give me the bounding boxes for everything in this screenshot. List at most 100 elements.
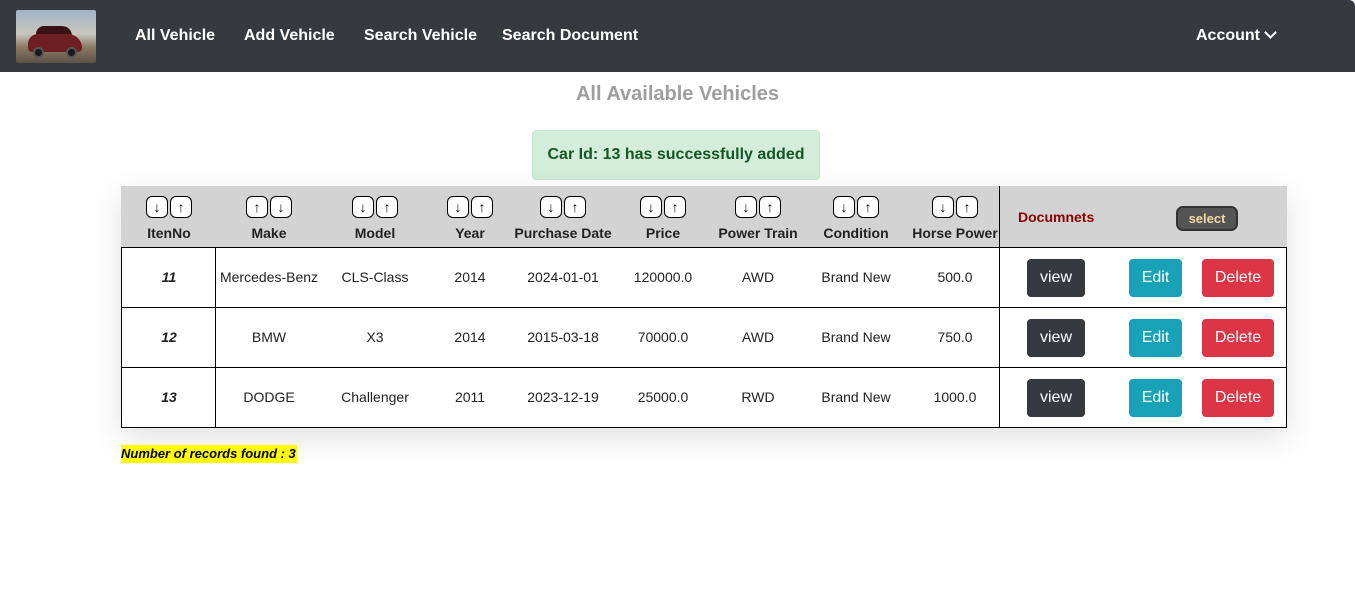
edit-button[interactable]: Edit	[1129, 379, 1182, 417]
column-header-label: Year	[455, 225, 485, 241]
sort-desc-button[interactable]: ↓	[833, 196, 855, 218]
table-row: 11 Mercedes-Benz CLS-Class 2014 2024-01-01 12…	[121, 247, 1287, 307]
table-row: 13 DODGE Challenger 2011 2023-12-19 25000.0 RW…	[121, 367, 1287, 428]
table-cell: 120000.0	[633, 269, 693, 285]
sort-desc-button[interactable]: ↓	[932, 196, 954, 218]
nav-all-vehicle[interactable]: All Vehicle	[135, 27, 215, 45]
sort-buttons: ↓ ↑	[907, 196, 1003, 218]
success-alert: Car Id: 13 has successfully added	[532, 130, 820, 180]
table-cell: X3	[366, 329, 384, 345]
sort-buttons: ↓ ↑	[811, 196, 901, 218]
sort-buttons: ↓ ↑	[508, 196, 618, 218]
documents-header-label: Documnets	[1018, 209, 1095, 225]
column-header-label: Condition	[823, 225, 889, 241]
column-header: ↓ ↑ Power Train	[708, 187, 808, 248]
table-cell: Challenger	[341, 389, 409, 405]
nav-search-document[interactable]: Search Document	[502, 27, 638, 45]
table-cell: Brand New	[821, 329, 891, 345]
car-logo-image[interactable]	[16, 10, 96, 63]
table-cell: 2014	[454, 329, 486, 345]
nav-search-vehicle[interactable]: Search Vehicle	[364, 27, 477, 45]
sort-buttons: ↓ ↑	[440, 196, 500, 218]
table-cell: Brand New	[821, 389, 891, 405]
edit-button[interactable]: Edit	[1129, 259, 1182, 297]
delete-button[interactable]: Delete	[1202, 319, 1274, 357]
table-cell: 750.0	[937, 329, 973, 345]
column-header: ↓ ↑ Year	[440, 187, 500, 248]
table-cell: 2014	[454, 269, 486, 285]
edit-button[interactable]: Edit	[1129, 319, 1182, 357]
sort-asc-button[interactable]: ↑	[246, 196, 268, 218]
navbar: All Vehicle Add Vehicle Search Vehicle S…	[0, 0, 1355, 72]
table-cell: AWD	[741, 329, 775, 345]
table-cell: DODGE	[243, 389, 295, 405]
table-cell: 70000.0	[637, 329, 689, 345]
documents-column-divider	[999, 186, 1000, 428]
sort-asc-button[interactable]: ↑	[759, 196, 781, 218]
nav-add-vehicle[interactable]: Add Vehicle	[244, 27, 335, 45]
view-button[interactable]: view	[1027, 379, 1085, 417]
column-header: ↓ ↑ Model	[322, 187, 428, 248]
item-number-cell: 13	[161, 389, 177, 405]
table-cell: 500.0	[937, 269, 973, 285]
column-header: ↑ ↓ Make	[216, 187, 322, 248]
table-cell: BMW	[251, 329, 287, 345]
sort-asc-button[interactable]: ↑	[170, 196, 192, 218]
column-header-label: Horse Power	[912, 225, 998, 241]
column-header-label: Power Train	[718, 225, 798, 241]
sort-asc-button[interactable]: ↑	[857, 196, 879, 218]
sort-asc-button[interactable]: ↑	[471, 196, 493, 218]
column-header-label: Price	[645, 225, 681, 241]
item-number-cell: 12	[161, 329, 177, 345]
column-header: ↓ ↑ Purchase Date	[508, 187, 618, 248]
table-cell: 2011	[454, 389, 486, 405]
sort-asc-button[interactable]: ↑	[376, 196, 398, 218]
table-cell: AWD	[741, 269, 775, 285]
sort-buttons: ↓ ↑	[623, 196, 703, 218]
page-title: All Available Vehicles	[575, 83, 780, 105]
column-header-label: ItenNo	[147, 225, 191, 241]
item-number-cell: 11	[161, 269, 177, 285]
table-cell: 2023-12-19	[527, 389, 599, 405]
sort-desc-button[interactable]: ↓	[146, 196, 168, 218]
vehicles-table: ↓ ↑ ItenNo ↑ ↓ Make ↓ ↑ Model ↓ ↑ Year ↓ ↑ Purchase Da…	[121, 186, 1287, 428]
column-header: ↓ ↑ Price	[623, 187, 703, 248]
table-cell: 2024-01-01	[527, 269, 599, 285]
sort-desc-button[interactable]: ↓	[447, 196, 469, 218]
sort-buttons: ↑ ↓	[216, 196, 322, 218]
table-cell: RWD	[741, 389, 775, 405]
sort-buttons: ↓ ↑	[123, 196, 216, 218]
table-cell: 1000.0	[933, 389, 977, 405]
table-cell: Mercedes-Benz	[219, 269, 319, 285]
table-cell: 25000.0	[637, 389, 689, 405]
sort-asc-button[interactable]: ↑	[664, 196, 686, 218]
table-header: ↓ ↑ ItenNo ↑ ↓ Make ↓ ↑ Model ↓ ↑ Year ↓ ↑ Purchase Da…	[121, 186, 1287, 247]
records-count: Number of records found : 3	[121, 445, 297, 463]
select-button[interactable]: select	[1176, 206, 1238, 231]
table-cell: 2015-03-18	[527, 329, 599, 345]
column-header: ↓ ↑ Horse Power	[907, 187, 1003, 248]
account-dropdown[interactable]: Account	[1196, 26, 1277, 45]
view-button[interactable]: view	[1027, 259, 1085, 297]
sort-asc-button[interactable]: ↑	[956, 196, 978, 218]
sort-desc-button[interactable]: ↓	[640, 196, 662, 218]
sort-buttons: ↓ ↑	[322, 196, 428, 218]
view-button[interactable]: view	[1027, 319, 1085, 357]
column-header: ↓ ↑ Condition	[811, 187, 901, 248]
column-header-label: Purchase Date	[514, 225, 612, 241]
table-cell: Brand New	[821, 269, 891, 285]
delete-button[interactable]: Delete	[1202, 379, 1274, 417]
sort-buttons: ↓ ↑	[708, 196, 808, 218]
delete-button[interactable]: Delete	[1202, 259, 1274, 297]
table-cell: CLS-Class	[341, 269, 409, 285]
sort-desc-button[interactable]: ↓	[735, 196, 757, 218]
sort-asc-button[interactable]: ↑	[564, 196, 586, 218]
column-header-label: Model	[354, 225, 396, 241]
sort-desc-button[interactable]: ↓	[270, 196, 292, 218]
sort-desc-button[interactable]: ↓	[352, 196, 374, 218]
chevron-down-icon	[1264, 26, 1277, 39]
column-header-label: Make	[251, 225, 287, 241]
sort-desc-button[interactable]: ↓	[540, 196, 562, 218]
account-label: Account	[1196, 27, 1260, 44]
column-header: ↓ ↑ ItenNo	[123, 187, 216, 248]
